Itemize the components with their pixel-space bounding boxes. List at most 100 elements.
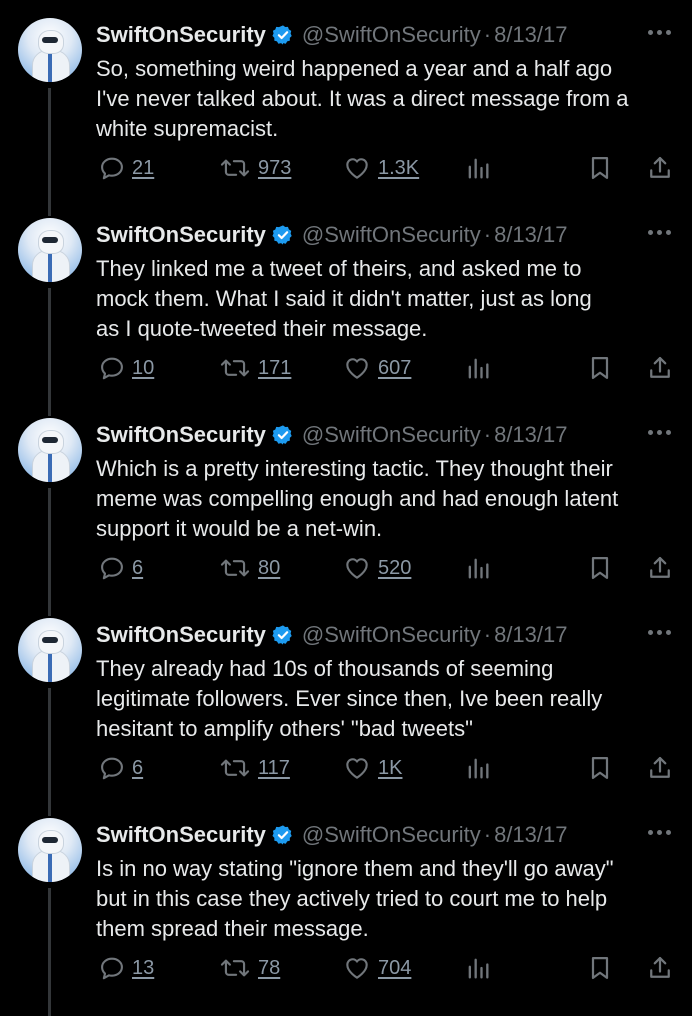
views-button[interactable] xyxy=(464,954,492,982)
heart-icon xyxy=(346,158,368,179)
action-bar: 6 80 520 xyxy=(0,554,692,584)
bookmark-icon xyxy=(591,956,609,980)
tweet-date[interactable]: 8/13/17 xyxy=(494,422,567,448)
more-options-icon[interactable] xyxy=(648,430,671,435)
tweet[interactable]: SwiftOnSecurity @SwiftOnSecurity · 8/13/… xyxy=(0,200,692,416)
tweet[interactable]: SwiftOnSecurity @SwiftOnSecurity · 8/13/… xyxy=(0,400,692,616)
share-button[interactable] xyxy=(646,354,674,382)
tweet-text-line: I've never talked about. It was a direct… xyxy=(96,86,629,111)
display-name[interactable]: SwiftOnSecurity xyxy=(96,822,266,848)
reply-icon xyxy=(101,957,123,980)
tweet-text-line: mock them. What I said it didn't matter,… xyxy=(96,286,592,311)
tweet-text-line: as I quote-tweeted their message. xyxy=(96,316,428,341)
tweet-date[interactable]: 8/13/17 xyxy=(494,222,567,248)
display-name[interactable]: SwiftOnSecurity xyxy=(96,422,266,448)
bookmark-button[interactable] xyxy=(586,354,614,382)
analytics-icon xyxy=(468,358,489,379)
tweet-text-line: So, something weird happened a year and … xyxy=(96,56,613,81)
verified-badge-icon xyxy=(272,224,294,246)
share-icon xyxy=(650,556,670,578)
tweet[interactable]: SwiftOnSecurity @SwiftOnSecurity · 8/13/… xyxy=(0,0,692,216)
more-options-icon[interactable] xyxy=(648,230,671,235)
retweet-button[interactable]: 117 xyxy=(218,754,290,782)
avatar[interactable] xyxy=(18,18,82,82)
handle[interactable]: @SwiftOnSecurity xyxy=(302,222,481,248)
reply-button[interactable]: 21 xyxy=(98,154,154,182)
like-count: 520 xyxy=(378,556,412,579)
tweet-text-line: They linked me a tweet of theirs, and as… xyxy=(96,256,582,281)
tweet-date[interactable]: 8/13/17 xyxy=(494,622,567,648)
reply-button[interactable]: 6 xyxy=(98,754,143,782)
retweet-count: 80 xyxy=(258,556,281,579)
retweet-button[interactable]: 171 xyxy=(218,354,291,382)
share-button[interactable] xyxy=(646,154,674,182)
display-name[interactable]: SwiftOnSecurity xyxy=(96,622,266,648)
reply-count: 6 xyxy=(132,556,144,579)
tweet-date[interactable]: 8/13/17 xyxy=(494,22,567,48)
bookmark-button[interactable] xyxy=(586,554,614,582)
tweet-text-line: them spread their message. xyxy=(96,916,369,941)
reply-icon xyxy=(101,157,123,180)
tweet[interactable]: SwiftOnSecurity @SwiftOnSecurity · 8/13/… xyxy=(0,600,692,816)
like-count: 704 xyxy=(378,956,412,979)
share-button[interactable] xyxy=(646,554,674,582)
reply-button[interactable]: 10 xyxy=(98,354,154,382)
handle[interactable]: @SwiftOnSecurity xyxy=(302,422,481,448)
handle[interactable]: @SwiftOnSecurity xyxy=(302,822,481,848)
more-options-icon[interactable] xyxy=(648,830,671,835)
separator-dot: · xyxy=(483,622,492,647)
avatar[interactable] xyxy=(18,618,82,682)
retweet-button[interactable]: 78 xyxy=(218,954,280,982)
avatar[interactable] xyxy=(18,218,82,282)
retweet-icon xyxy=(220,159,250,177)
separator-dot: · xyxy=(483,222,492,247)
tweet-header: SwiftOnSecurity @SwiftOnSecurity · 8/13/… xyxy=(96,20,567,50)
avatar[interactable] xyxy=(18,818,82,882)
reply-button[interactable]: 6 xyxy=(98,554,143,582)
verified-badge-icon xyxy=(272,24,294,46)
more-options-icon[interactable] xyxy=(648,630,671,635)
bookmark-icon xyxy=(591,756,609,780)
more-options-icon[interactable] xyxy=(648,30,671,35)
like-button[interactable]: 1.3K xyxy=(342,154,419,182)
thread-line xyxy=(48,888,51,1016)
retweet-count: 78 xyxy=(258,956,281,979)
reply-button[interactable]: 13 xyxy=(98,954,154,982)
tweet-header: SwiftOnSecurity @SwiftOnSecurity · 8/13/… xyxy=(96,220,567,250)
heart-icon xyxy=(346,558,368,579)
like-button[interactable]: 704 xyxy=(342,954,411,982)
views-button[interactable] xyxy=(464,754,492,782)
bookmark-icon xyxy=(591,556,609,580)
display-name[interactable]: SwiftOnSecurity xyxy=(96,222,266,248)
tweet-date[interactable]: 8/13/17 xyxy=(494,822,567,848)
bookmark-button[interactable] xyxy=(586,754,614,782)
reply-icon xyxy=(101,557,123,580)
bookmark-button[interactable] xyxy=(586,154,614,182)
avatar[interactable] xyxy=(18,418,82,482)
handle[interactable]: @SwiftOnSecurity xyxy=(302,22,481,48)
like-button[interactable]: 607 xyxy=(342,354,411,382)
retweet-icon xyxy=(220,559,250,577)
tweet-text: So, something weird happened a year and … xyxy=(96,54,686,144)
like-button[interactable]: 1K xyxy=(342,754,402,782)
share-button[interactable] xyxy=(646,754,674,782)
bookmark-button[interactable] xyxy=(586,954,614,982)
display-name[interactable]: SwiftOnSecurity xyxy=(96,22,266,48)
tweet-text-line: Is in no way stating "ignore them and th… xyxy=(96,856,614,881)
share-icon xyxy=(650,956,670,978)
retweet-icon xyxy=(220,759,250,777)
handle[interactable]: @SwiftOnSecurity xyxy=(302,622,481,648)
action-bar: 13 78 704 xyxy=(0,954,692,984)
tweet[interactable]: SwiftOnSecurity @SwiftOnSecurity · 8/13/… xyxy=(0,800,692,1016)
tweet-text-line: white supremacist. xyxy=(96,116,279,141)
views-button[interactable] xyxy=(464,354,492,382)
views-button[interactable] xyxy=(464,554,492,582)
heart-icon xyxy=(346,958,368,979)
retweet-icon xyxy=(220,959,250,977)
like-button[interactable]: 520 xyxy=(342,554,411,582)
retweet-button[interactable]: 80 xyxy=(218,554,280,582)
retweet-button[interactable]: 973 xyxy=(218,154,291,182)
share-button[interactable] xyxy=(646,954,674,982)
thread-line xyxy=(48,288,51,416)
views-button[interactable] xyxy=(464,154,492,182)
